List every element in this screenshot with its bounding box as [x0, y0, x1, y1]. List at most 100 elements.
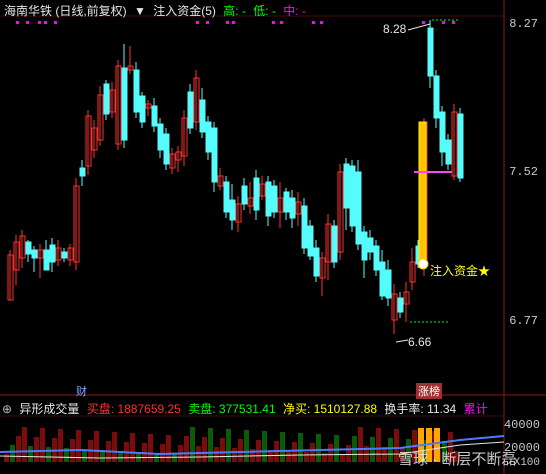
injection-label: 注入资金★ [430, 264, 491, 278]
candle-body-30 [187, 91, 194, 129]
buy-label: 买盘: [86, 402, 115, 416]
candle-body-47 [289, 197, 296, 219]
down-arrow-icon[interactable]: ▼ [134, 4, 146, 18]
volume-panel-icon[interactable]: ⊕ [2, 402, 12, 416]
header-dot-4 [54, 21, 57, 24]
candle-body-56 [343, 163, 350, 209]
price-tick-top: 8.27 [509, 17, 538, 31]
volume-bar-52 [316, 434, 321, 462]
candle-body-3 [25, 241, 32, 255]
candle-body-9 [61, 251, 68, 259]
candle-body-25 [157, 123, 164, 151]
volume-bar-39 [238, 439, 243, 462]
volume-bar-30 [184, 436, 189, 462]
header-dot-8 [232, 21, 235, 24]
candle-body-57 [349, 165, 356, 227]
header-dot-5 [196, 21, 199, 24]
volume-bar-62 [376, 428, 381, 462]
indicator-name[interactable]: 注入资金(5) [153, 4, 216, 18]
chart-header: 海南华铁 (日线,前复权) ▼ 注入资金(5) 高: - 低: - 中: - [4, 2, 310, 19]
candle-body-32 [199, 99, 206, 133]
candle-body-33 [205, 121, 212, 153]
candle-body-4 [31, 249, 38, 259]
volume-bar-64 [388, 438, 393, 462]
candle-body-63 [385, 269, 392, 299]
price-tick-bottom: 6.77 [509, 314, 538, 328]
high-label: 高: - [223, 4, 246, 18]
candle-body-59 [361, 231, 368, 261]
candle-body-72 [439, 111, 446, 153]
header-dot-1 [26, 21, 29, 24]
volume-bar-28 [172, 454, 177, 462]
volume-bar-36 [220, 438, 225, 462]
watermark: 雪球 · 断层不断磊 [398, 451, 517, 468]
cumulative-label: 累计 [463, 402, 488, 416]
injection-bar [418, 121, 427, 261]
candle-body-19 [121, 67, 128, 141]
stock-title[interactable]: 海南华铁 (日线,前复权) [4, 4, 127, 18]
volume-bar-40 [244, 430, 249, 462]
volume-bar-48 [292, 442, 297, 462]
volume-bar-27 [166, 435, 171, 462]
volume-bar-2 [16, 436, 21, 462]
header-dot-7 [226, 21, 229, 24]
volume-panel-header: ⊕ 异形成交量 买盘: 1887659.25 卖盘: 377531.41 净买:… [2, 400, 492, 417]
candle-body-65 [397, 297, 404, 313]
header-dot-15 [452, 21, 455, 24]
volume-bar-7 [46, 447, 51, 462]
volume-bar-49 [298, 433, 303, 462]
low-pointer [395, 339, 409, 343]
candle-body-26 [163, 133, 170, 165]
turnover-value: 11.34 [427, 402, 457, 416]
header-dot-14 [442, 21, 445, 24]
header-dot-6 [206, 21, 209, 24]
zhangbang-tag[interactable]: 涨榜 [416, 383, 442, 399]
buy-value: 1887659.25 [117, 402, 181, 416]
candle-body-41 [253, 177, 260, 211]
candle-body-62 [379, 261, 386, 297]
volume-bar-59 [358, 427, 363, 462]
candle-body-22 [139, 95, 146, 123]
volume-bar-15 [94, 431, 99, 462]
candle-body-44 [271, 185, 278, 213]
candle-body-37 [229, 199, 236, 221]
header-dot-3 [44, 21, 47, 24]
candle-body-46 [283, 191, 290, 213]
low-price-marker: 6.66 [408, 335, 432, 349]
volume-bar-46 [280, 432, 285, 462]
mid-label: 中: - [283, 4, 306, 18]
candle-body-75 [457, 113, 464, 179]
volume-tick-top: 40000 [503, 418, 540, 432]
header-dot-11 [312, 21, 315, 24]
candle-body-7 [49, 244, 56, 263]
candle-body-6 [43, 249, 50, 271]
volume-panel-title[interactable]: 异形成交量 [19, 402, 79, 416]
candle-body-54 [331, 225, 338, 263]
volume-bar-5 [34, 437, 39, 462]
candle-body-39 [241, 185, 248, 205]
header-dot-9 [272, 21, 275, 24]
volume-bar-55 [334, 435, 339, 462]
candle-body-43 [265, 181, 272, 217]
turnover-label: 换手率: [384, 402, 424, 416]
candle-body-70 [427, 27, 434, 77]
volume-bar-38 [232, 448, 237, 462]
net-label: 净买: [282, 402, 311, 416]
volume-bar-35 [214, 447, 219, 462]
header-dot-13 [422, 21, 425, 24]
volume-bar-51 [310, 443, 315, 462]
candle-body-60 [367, 237, 374, 253]
volume-bar-4 [28, 446, 33, 462]
volume-bar-33 [202, 437, 207, 462]
injection-marker-icon [417, 258, 429, 270]
sell-label: 卖盘: [188, 402, 216, 416]
high-price-marker: 8.28 [383, 22, 407, 36]
cai-tag[interactable]: 财 [76, 383, 87, 399]
header-dot-2 [38, 21, 41, 24]
high-pointer [407, 23, 431, 31]
candle-body-71 [433, 75, 440, 119]
volume-bar-56 [340, 454, 345, 462]
volume-bar-0 [4, 454, 9, 462]
candle-body-49 [301, 205, 308, 249]
price-tick-mid: 7.52 [509, 165, 538, 179]
